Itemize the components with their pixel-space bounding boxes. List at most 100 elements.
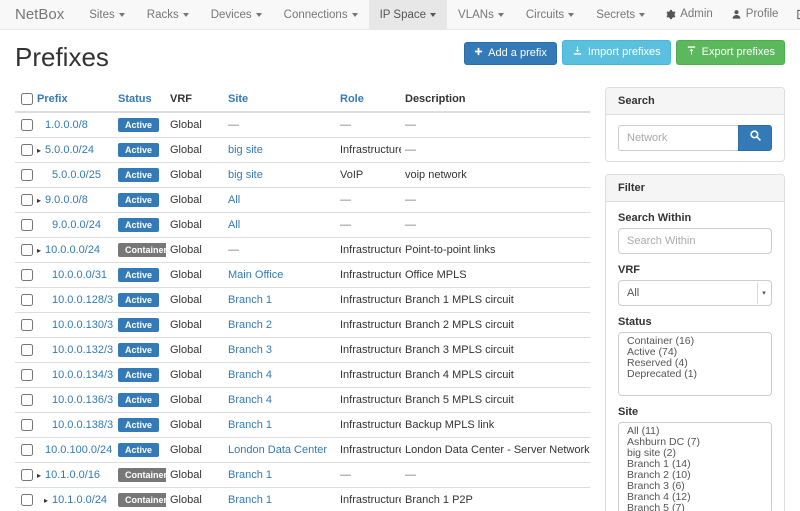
- status-filter-listbox[interactable]: Container (16)Active (74)Reserved (4)Dep…: [618, 332, 772, 396]
- description-cell: Branch 1 MPLS circuit: [401, 288, 590, 313]
- row-checkbox[interactable]: [21, 144, 33, 156]
- add-a-prefix-button[interactable]: Add a prefix: [464, 42, 557, 65]
- prefix-link[interactable]: 10.0.100.0/24: [45, 444, 112, 456]
- prefix-link[interactable]: 10.1.0.0/24: [52, 494, 107, 506]
- row-checkbox[interactable]: [21, 344, 33, 356]
- nav-item-vlans[interactable]: VLANs: [447, 0, 515, 29]
- site-link[interactable]: Branch 1: [228, 469, 272, 481]
- prefix-cell: ▸9.0.0.0/8: [33, 188, 114, 213]
- nav-item-admin[interactable]: Admin: [656, 0, 722, 29]
- prefix-link[interactable]: 9.0.0.0/8: [45, 194, 88, 206]
- import-prefixes-button[interactable]: Import prefixes: [562, 40, 671, 65]
- status-cell: Active: [114, 438, 166, 463]
- site-link[interactable]: Branch 1: [228, 494, 272, 506]
- select-all-checkbox[interactable]: [21, 93, 33, 105]
- site-link[interactable]: Branch 4: [228, 394, 272, 406]
- prefix-link[interactable]: 5.0.0.0/24: [45, 144, 94, 156]
- nav-item-secrets[interactable]: Secrets: [585, 0, 656, 29]
- expand-arrow-icon[interactable]: ▸: [37, 146, 45, 155]
- nav-item-ip-space[interactable]: IP Space: [369, 0, 447, 29]
- listbox-option[interactable]: big site (2): [619, 448, 771, 459]
- status-cell: Active: [114, 388, 166, 413]
- listbox-option[interactable]: All (11): [619, 426, 771, 437]
- prefix-link[interactable]: 10.0.0.0/24: [45, 244, 100, 256]
- row-checkbox[interactable]: [21, 369, 33, 381]
- prefix-link[interactable]: 1.0.0.0/8: [45, 119, 88, 131]
- row-checkbox[interactable]: [21, 294, 33, 306]
- row-checkbox[interactable]: [21, 394, 33, 406]
- nav-item-devices[interactable]: Devices: [200, 0, 273, 29]
- prefix-link[interactable]: 10.0.0.132/31: [52, 344, 114, 356]
- nav-item-racks[interactable]: Racks: [136, 0, 200, 29]
- row-checkbox[interactable]: [21, 444, 33, 456]
- expand-arrow-icon[interactable]: ▸: [37, 246, 45, 255]
- expand-arrow-icon[interactable]: ▸: [37, 196, 45, 205]
- prefix-link[interactable]: 9.0.0.0/24: [52, 219, 101, 231]
- column-sort-link[interactable]: Prefix: [37, 93, 68, 105]
- expand-arrow-icon[interactable]: ▸: [37, 471, 45, 480]
- site-link[interactable]: All: [228, 219, 240, 231]
- column-sort-link[interactable]: Status: [118, 93, 152, 105]
- site-link[interactable]: big site: [228, 169, 263, 181]
- site-link[interactable]: Branch 4: [228, 369, 272, 381]
- vrf-cell: Global: [166, 413, 224, 438]
- sidebar: Search Filter: [605, 87, 785, 511]
- listbox-option[interactable]: Branch 1 (14): [619, 459, 771, 470]
- listbox-option[interactable]: Active (74): [619, 347, 771, 358]
- search-button[interactable]: [738, 125, 772, 151]
- site-link[interactable]: Branch 1: [228, 294, 272, 306]
- site-link[interactable]: Main Office: [228, 269, 283, 281]
- prefix-link[interactable]: 10.0.0.134/31: [52, 369, 114, 381]
- prefix-link[interactable]: 10.0.0.0/31: [52, 269, 107, 281]
- row-checkbox[interactable]: [21, 244, 33, 256]
- listbox-option[interactable]: Branch 5 (7): [619, 503, 771, 511]
- row-checkbox[interactable]: [21, 469, 33, 481]
- row-checkbox[interactable]: [21, 194, 33, 206]
- empty-value: —: [340, 119, 351, 131]
- search-within-input[interactable]: [618, 228, 772, 254]
- listbox-option[interactable]: Branch 4 (12): [619, 492, 771, 503]
- row-checkbox[interactable]: [21, 419, 33, 431]
- site-filter-listbox[interactable]: All (11)Ashburn DC (7)big site (2)Branch…: [618, 422, 772, 511]
- site-link[interactable]: big site: [228, 144, 263, 156]
- status-badge: Active: [118, 193, 159, 207]
- prefix-link[interactable]: 10.0.0.138/31: [52, 419, 114, 431]
- site-link[interactable]: London Data Center: [228, 444, 327, 456]
- nav-item-connections[interactable]: Connections: [273, 0, 369, 29]
- prefix-link[interactable]: 10.0.0.128/31: [52, 294, 114, 306]
- prefix-link[interactable]: 10.1.0.0/16: [45, 469, 100, 481]
- expand-arrow-icon[interactable]: ▸: [44, 496, 52, 505]
- listbox-option[interactable]: Branch 2 (10): [619, 470, 771, 481]
- listbox-option[interactable]: Container (16): [619, 336, 771, 347]
- role-cell: Infrastructure: [336, 438, 401, 463]
- vrf-select[interactable]: All ▾: [618, 280, 772, 306]
- nav-item-log-out[interactable]: Log out: [787, 0, 800, 29]
- prefix-link[interactable]: 5.0.0.0/25: [52, 169, 101, 181]
- description-cell: —: [401, 463, 590, 488]
- nav-item-sites[interactable]: Sites: [78, 0, 136, 29]
- row-checkbox[interactable]: [21, 269, 33, 281]
- brand-logo[interactable]: NetBox: [0, 0, 78, 29]
- listbox-option[interactable]: Ashburn DC (7): [619, 437, 771, 448]
- listbox-option[interactable]: Branch 3 (6): [619, 481, 771, 492]
- row-checkbox[interactable]: [21, 119, 33, 131]
- column-sort-link[interactable]: Role: [340, 93, 364, 105]
- site-link[interactable]: Branch 1: [228, 419, 272, 431]
- prefix-link[interactable]: 10.0.0.130/31: [52, 319, 114, 331]
- nav-item-profile[interactable]: Profile: [722, 0, 788, 29]
- row-checkbox[interactable]: [21, 219, 33, 231]
- site-link[interactable]: All: [228, 194, 240, 206]
- row-checkbox[interactable]: [21, 169, 33, 181]
- listbox-option[interactable]: Deprecated (1): [619, 369, 771, 380]
- export-prefixes-button[interactable]: Export prefixes: [676, 40, 785, 65]
- listbox-option[interactable]: Reserved (4): [619, 358, 771, 369]
- site-link[interactable]: Branch 3: [228, 344, 272, 356]
- nav-item-circuits[interactable]: Circuits: [515, 0, 585, 29]
- row-checkbox[interactable]: [21, 494, 33, 506]
- site-link[interactable]: Branch 2: [228, 319, 272, 331]
- row-checkbox[interactable]: [21, 319, 33, 331]
- prefix-link[interactable]: 10.0.0.136/31: [52, 394, 114, 406]
- status-badge: Active: [118, 268, 159, 282]
- search-input[interactable]: [618, 125, 738, 151]
- column-sort-link[interactable]: Site: [228, 93, 248, 105]
